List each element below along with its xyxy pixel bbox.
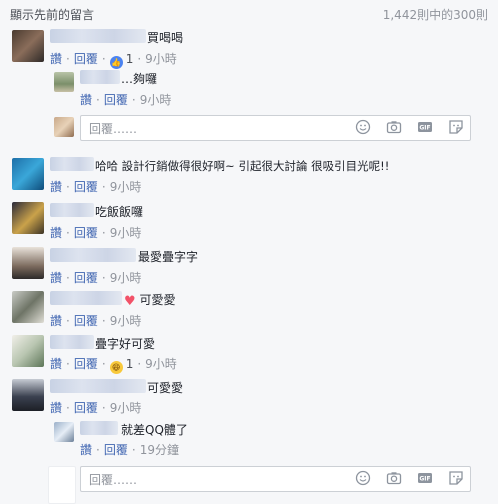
comment-actions: 讚 · 回覆 · 9小時 [50,271,142,285]
comment-time[interactable]: 9小時 [110,180,142,194]
comment-actions: 讚 · 回覆 · 👍 1 · 9小時 [50,52,177,69]
like-link[interactable]: 讚 [50,314,62,328]
gif-icon[interactable]: GIF [417,470,433,486]
blurred-author-name[interactable] [50,157,94,171]
reply-link[interactable]: 回覆 [104,93,128,107]
like-link[interactable]: 讚 [50,52,62,66]
comment-text: …夠囉 [121,72,158,86]
sticker-icon[interactable] [448,470,464,486]
comment-text: 疊字好可愛 [95,337,156,351]
comment-text: 哈哈 設計行銷做得很好啊~ 引起很大討論 很吸引目光呢!! [95,159,390,173]
comment-actions: 讚 · 回覆 · 9小時 [50,401,142,415]
reply-input[interactable]: 回覆…… GIF [80,466,471,492]
comment-time[interactable]: 9小時 [110,401,142,415]
comment-actions: 讚 · 回覆 · 9小時 [50,314,142,328]
comment-time[interactable]: 9小時 [145,357,177,371]
comment-time[interactable]: 9小時 [110,271,142,285]
avatar[interactable] [12,379,44,411]
reply-input[interactable]: 回覆…… GIF [80,115,471,141]
comment-time[interactable]: 9小時 [145,52,177,66]
sticker-icon[interactable] [448,119,464,135]
comment-text: 可愛愛 [147,381,184,395]
comment-text: 買喝喝 [147,31,184,45]
avatar [48,466,76,504]
blurred-author-name[interactable] [50,248,136,262]
comment-actions: 讚 · 回覆 · 9小時 [50,180,142,194]
comment-actions: 讚 · 回覆 · 19分鐘 [80,443,179,457]
like-link[interactable]: 讚 [80,93,92,107]
camera-icon[interactable] [386,470,402,486]
heart-emoji-icon: ♥ [124,294,136,309]
comment-text: 最愛疊字字 [138,250,199,264]
like-link[interactable]: 讚 [50,357,62,371]
like-link[interactable]: 讚 [50,226,62,240]
reply-link[interactable]: 回覆 [74,271,98,285]
comment-text: 就差QQ體了 [121,423,188,437]
avatar [54,117,74,137]
avatar[interactable] [12,158,44,190]
like-link[interactable]: 讚 [50,180,62,194]
comment-time[interactable]: 9小時 [110,314,142,328]
svg-text:GIF: GIF [419,476,430,483]
avatar[interactable] [12,202,44,234]
comment-actions: 讚 · 回覆 · 9小時 [50,226,142,240]
blurred-author-name[interactable] [80,70,120,84]
reply-link[interactable]: 回覆 [74,357,98,371]
reply-link[interactable]: 回覆 [74,180,98,194]
svg-text:GIF: GIF [419,125,430,132]
reply-link[interactable]: 回覆 [104,443,128,457]
like-link[interactable]: 讚 [50,401,62,415]
reply-link[interactable]: 回覆 [74,52,98,66]
comment-time[interactable]: 19分鐘 [140,443,179,457]
blurred-author-name[interactable] [50,203,94,217]
comment-time[interactable]: 9小時 [140,93,172,107]
gif-icon[interactable]: GIF [417,119,433,135]
comment-actions: 讚 · 回覆 · 😆 1 · 9小時 [50,357,177,374]
like-link[interactable]: 讚 [50,271,62,285]
avatar[interactable] [54,422,74,442]
reply-link[interactable]: 回覆 [74,226,98,240]
emoji-icon[interactable] [355,470,371,486]
reply-link[interactable]: 回覆 [74,314,98,328]
avatar[interactable] [12,30,44,62]
avatar[interactable] [54,72,74,92]
comments-header: 顯示先前的留言 1,442則中的300則 [0,0,498,28]
like-reaction-icon[interactable]: 👍 [109,56,123,69]
reaction-count[interactable]: 1 [126,357,134,371]
view-previous-comments-link[interactable]: 顯示先前的留言 [10,6,94,23]
like-link[interactable]: 讚 [80,443,92,457]
blurred-author-name[interactable] [50,335,94,349]
avatar[interactable] [12,291,44,323]
haha-reaction-icon[interactable]: 😆 [109,361,123,374]
reply-placeholder: 回覆…… [89,473,138,487]
comment-time[interactable]: 9小時 [110,226,142,240]
emoji-icon[interactable] [355,119,371,135]
camera-icon[interactable] [386,119,402,135]
comment-actions: 讚 · 回覆 · 9小時 [80,93,172,107]
blurred-author-name[interactable] [50,379,146,393]
reply-placeholder: 回覆…… [89,122,138,136]
blurred-author-name[interactable] [50,291,122,305]
avatar[interactable] [12,335,44,367]
comment-text: ♥ 可愛愛 [124,293,176,309]
avatar[interactable] [12,247,44,279]
blurred-author-name[interactable] [50,29,146,43]
comment-count: 1,442則中的300則 [382,8,488,22]
comment-text: 吃飯飯囉 [95,205,144,219]
reaction-count[interactable]: 1 [126,52,134,66]
blurred-author-name[interactable] [80,421,118,435]
reply-link[interactable]: 回覆 [74,401,98,415]
